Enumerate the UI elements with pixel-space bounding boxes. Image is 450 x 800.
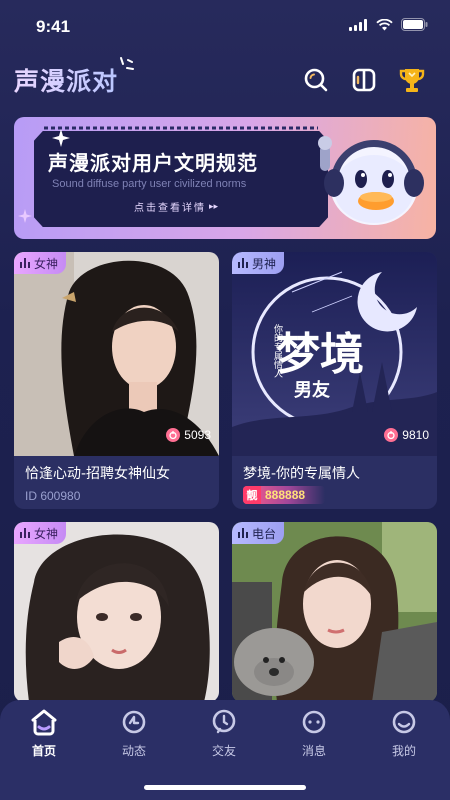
category-tag-label: 女神 (34, 526, 59, 541)
category-tag-label: 电台 (252, 526, 277, 541)
star-icon (18, 209, 32, 223)
room-cover-image (14, 522, 219, 702)
room-name: 梦境-你的专属情人 (243, 466, 361, 482)
message-icon (302, 710, 326, 734)
room-id: ID 600980 (25, 489, 81, 503)
banner-title: 声漫派对用户文明规范 (48, 151, 258, 175)
cover-title: 梦境 (276, 329, 364, 380)
flame-icon (384, 428, 399, 442)
cover-side-text: 你的专属情人 (272, 324, 282, 378)
room-name: 恰逢心动-招聘女神仙女 (25, 466, 171, 482)
heat-count: 9810 (384, 428, 429, 442)
audio-bars-icon (238, 528, 248, 538)
star-icon (52, 129, 70, 147)
category-tag: 男神 (232, 252, 285, 274)
profile-icon (392, 710, 416, 734)
tab-label: 消息 (301, 744, 326, 758)
tab-friends[interactable]: 交友 (189, 708, 259, 759)
audio-bars-icon (20, 258, 30, 268)
tab-label: 动态 (121, 744, 146, 758)
search-button[interactable] (300, 64, 332, 96)
tab-label: 交友 (211, 744, 236, 758)
rules-banner[interactable]: 声漫派对用户文明规范 Sound diffuse party user civi… (14, 117, 436, 239)
banner-link-label: 点击查看详情 (134, 203, 206, 214)
home-icon (31, 709, 57, 736)
category-tag: 电台 (232, 522, 285, 544)
room-card[interactable]: 女神 (14, 522, 219, 702)
status-bar: 9:41 (0, 0, 450, 54)
leaderboard-button[interactable] (396, 64, 428, 96)
heat-count: 5093 (166, 428, 211, 442)
app-title: 声漫派对 (14, 62, 118, 98)
sparkle-icon (120, 57, 134, 70)
status-time: 9:41 (36, 17, 71, 36)
cover-subtitle: 男友 (294, 380, 330, 401)
category-tag: 女神 (14, 522, 67, 544)
room-card[interactable]: 梦境 男友 你的专属情人 男神 9810 梦境-你的专属情人 靓 888888 (232, 252, 437, 509)
category-tag-label: 女神 (34, 256, 59, 271)
wifi-icon (376, 18, 393, 30)
banner-link[interactable]: 点击查看详情 ▸▸ (134, 199, 219, 215)
moments-icon (122, 710, 146, 734)
switch-button[interactable] (348, 64, 380, 96)
mascot-image (318, 136, 424, 225)
room-card[interactable]: 女神 5093 恰逢心动-招聘女神仙女 ID 600980 (14, 252, 219, 509)
audio-bars-icon (238, 258, 248, 268)
category-tag-label: 男神 (252, 256, 277, 271)
tab-messages[interactable]: 消息 (279, 708, 349, 759)
tab-profile[interactable]: 我的 (369, 708, 439, 759)
room-cover-image (14, 252, 219, 456)
room-cover-image (232, 522, 437, 702)
trophy-icon (399, 69, 425, 92)
tab-moments[interactable]: 动态 (99, 708, 169, 759)
vip-badge-mark: 靓 (243, 486, 261, 504)
tab-home[interactable]: 首页 (9, 708, 79, 759)
tab-label: 首页 (31, 744, 56, 758)
heat-count-value: 9810 (402, 428, 429, 442)
battery-icon (401, 18, 428, 31)
switch-icon (352, 68, 376, 92)
signal-icon (349, 18, 367, 31)
room-cover-image: 梦境 男友 你的专属情人 (232, 252, 437, 456)
room-card[interactable]: 电台 (232, 522, 437, 702)
vip-id-number: 888888 (265, 488, 306, 502)
heat-count-value: 5093 (184, 428, 211, 442)
flame-icon (166, 428, 181, 442)
home-indicator (144, 785, 306, 790)
double-chevron-icon: ▸▸ (209, 201, 219, 212)
banner-subtitle: Sound diffuse party user civilized norms (52, 178, 247, 190)
banner-decoration (44, 126, 318, 130)
tab-label: 我的 (391, 744, 416, 758)
vip-id-badge: 靓 888888 (243, 486, 326, 504)
friends-icon (212, 709, 236, 734)
audio-bars-icon (20, 528, 30, 538)
search-icon (304, 68, 328, 92)
category-tag: 女神 (14, 252, 67, 274)
